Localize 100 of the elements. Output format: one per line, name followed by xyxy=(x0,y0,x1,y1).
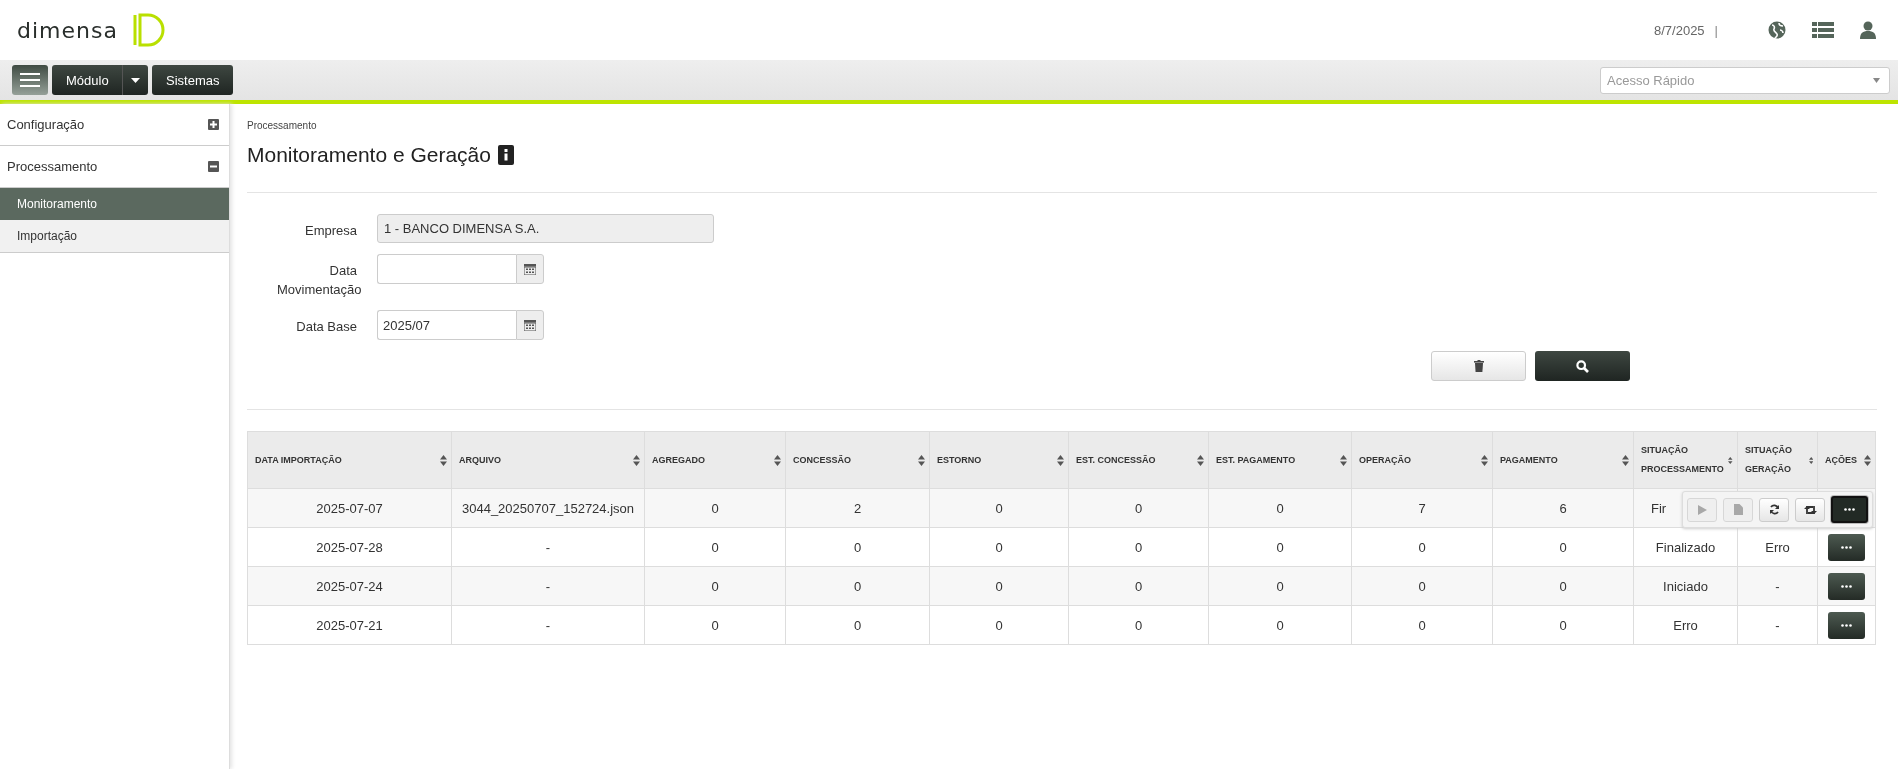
caret-icon xyxy=(1873,77,1880,83)
globe-icon[interactable] xyxy=(1768,21,1786,39)
systems-button[interactable]: Sistemas xyxy=(152,65,234,95)
separator-text: | xyxy=(1714,22,1718,38)
table-cell: 0 xyxy=(853,539,862,555)
column-header[interactable]: AGREGADO xyxy=(644,431,786,489)
collapse-icon[interactable] xyxy=(208,161,219,172)
info-icon[interactable] xyxy=(497,145,514,165)
sort-icon[interactable] xyxy=(774,454,781,466)
table-cell: - xyxy=(545,578,551,594)
refresh-icon xyxy=(1768,504,1780,515)
date-field[interactable] xyxy=(377,254,516,284)
search-icon xyxy=(1576,359,1589,373)
user-icon[interactable] xyxy=(1860,21,1876,39)
table-cell: 0 xyxy=(995,500,1003,516)
clear-button[interactable] xyxy=(1431,351,1526,381)
table-cell: 0 xyxy=(1559,617,1567,633)
ellipsis-icon xyxy=(1841,545,1852,549)
table-cell: 0 xyxy=(1276,500,1284,516)
sidebar-item[interactable]: Monitoramento xyxy=(0,188,229,220)
table-cell: Fir xyxy=(1651,500,1667,516)
ellipsis-icon xyxy=(1844,508,1855,511)
table-cell: - xyxy=(1775,617,1780,633)
module-dropdown-button[interactable] xyxy=(122,65,148,95)
current-date: 8/7/2025 xyxy=(1654,22,1705,38)
sort-icon[interactable] xyxy=(440,454,447,466)
date-field[interactable]: 2025/07 xyxy=(377,310,516,340)
table-cell: - xyxy=(545,539,551,555)
table-cell: 0 xyxy=(1134,617,1143,633)
column-header[interactable]: SITUAÇÃO PROCESSAMENTO xyxy=(1633,431,1738,489)
column-header[interactable]: DATA IMPORTAÇÃO xyxy=(247,431,452,489)
column-header[interactable]: AÇÕES xyxy=(1817,431,1876,489)
retweet-button[interactable] xyxy=(1795,497,1825,522)
refresh-button[interactable] xyxy=(1759,497,1789,522)
table-cell: 0 xyxy=(1559,578,1567,594)
column-header[interactable]: OPERAÇÃO xyxy=(1351,431,1493,489)
table-cell: 0 xyxy=(995,617,1003,633)
table-cell: 0 xyxy=(1134,500,1143,516)
table-cell: 0 xyxy=(1276,578,1284,594)
repeat-icon xyxy=(1803,504,1817,515)
breadcrumb: Processamento xyxy=(247,120,318,131)
table-cell: Erro xyxy=(1673,617,1698,633)
module-button[interactable]: Módulo xyxy=(52,65,122,95)
caret-icon xyxy=(131,77,140,83)
column-header[interactable]: SITUAÇÃO GERAÇÃO xyxy=(1737,431,1818,489)
search-button[interactable] xyxy=(1535,351,1630,381)
table-cell: 2 xyxy=(853,500,862,516)
more-button[interactable] xyxy=(1828,611,1865,639)
column-header[interactable]: PAGAMENTO xyxy=(1492,431,1634,489)
expand-icon[interactable] xyxy=(208,119,219,130)
table-cell: 0 xyxy=(995,539,1003,555)
calendar-icon xyxy=(524,319,536,331)
sidebar-section[interactable]: Configuração xyxy=(0,104,229,146)
more-button[interactable] xyxy=(1828,533,1865,561)
table-cell: 2025-07-07 xyxy=(316,500,383,516)
sort-icon[interactable] xyxy=(918,454,925,466)
calendar-icon xyxy=(524,263,536,275)
sort-icon[interactable] xyxy=(1622,454,1629,466)
table-cell: Iniciado xyxy=(1663,578,1708,594)
sidebar-item[interactable]: Importação xyxy=(0,220,229,253)
table-cell: 0 xyxy=(1418,578,1426,594)
calendar-button[interactable] xyxy=(516,254,544,284)
sort-icon[interactable] xyxy=(1808,454,1813,466)
table-cell: - xyxy=(545,617,551,633)
column-header[interactable]: CONCESSÃO xyxy=(785,431,930,489)
trash-icon xyxy=(1473,360,1484,372)
page-title: Monitoramento e Geração xyxy=(247,143,491,167)
column-header[interactable]: ARQUIVO xyxy=(451,431,645,489)
table-cell: 0 xyxy=(1559,539,1567,555)
table-cell: 0 xyxy=(995,578,1003,594)
quick-access-select[interactable]: Acesso Rápido xyxy=(1600,66,1890,94)
table-cell: Erro xyxy=(1765,539,1790,555)
sort-icon[interactable] xyxy=(1197,454,1204,466)
sort-icon[interactable] xyxy=(633,454,640,466)
calendar-button[interactable] xyxy=(516,310,544,340)
sort-icon[interactable] xyxy=(1481,454,1488,466)
column-header[interactable]: EST. PAGAMENTO xyxy=(1208,431,1352,489)
table-cell: - xyxy=(1775,578,1780,594)
sort-icon[interactable] xyxy=(1864,454,1871,466)
table-cell: 0 xyxy=(1418,617,1426,633)
table-cell: 7 xyxy=(1418,500,1426,516)
sort-icon[interactable] xyxy=(1340,454,1347,466)
menu-button[interactable] xyxy=(12,65,48,95)
table-cell: 0 xyxy=(711,617,719,633)
field-label: Data Base xyxy=(295,318,357,336)
table-cell: 6 xyxy=(1559,500,1567,516)
table-cell: 0 xyxy=(711,500,719,516)
column-header[interactable]: EST. CONCESSÃO xyxy=(1068,431,1209,489)
column-header[interactable]: ESTORNO xyxy=(929,431,1069,489)
file-icon xyxy=(1733,504,1743,515)
sort-icon[interactable] xyxy=(1728,454,1733,466)
table-cell: 2025-07-28 xyxy=(316,539,383,555)
ellipsis-icon xyxy=(1841,623,1852,627)
table-cell: Finalizado xyxy=(1655,539,1716,555)
table-cell: 3044_20250707_152724.json xyxy=(461,500,635,516)
list-icon[interactable] xyxy=(1812,22,1834,38)
field-label: Empresa xyxy=(303,222,357,240)
more-button[interactable] xyxy=(1828,572,1865,600)
sort-icon[interactable] xyxy=(1057,454,1064,466)
table-cell: 0 xyxy=(853,617,862,633)
